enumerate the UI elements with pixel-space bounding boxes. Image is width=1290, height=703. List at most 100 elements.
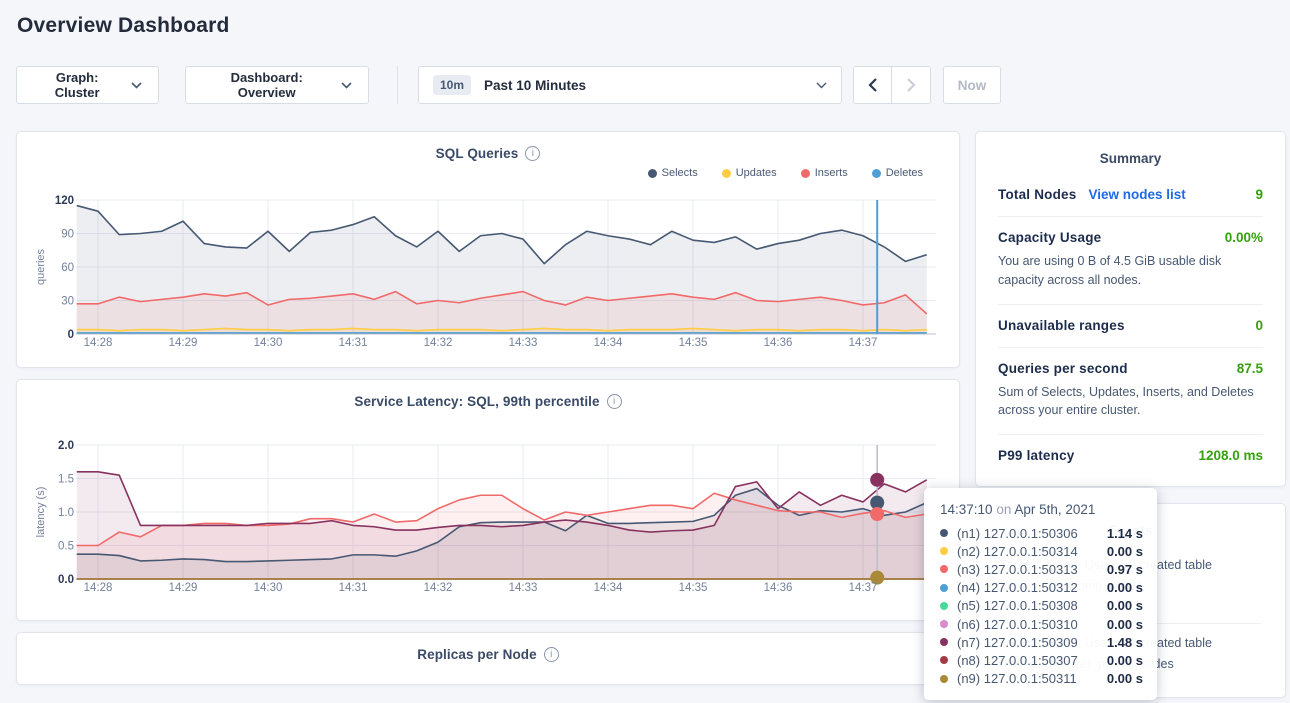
info-icon[interactable]: i bbox=[607, 394, 622, 409]
summary-panel-title: Summary bbox=[976, 132, 1285, 174]
svg-text:14:37: 14:37 bbox=[849, 582, 878, 594]
p99-latency-value: 1208.0 ms bbox=[1198, 448, 1263, 463]
summary-row-qps: Queries per second 87.5 Sum of Selects, … bbox=[998, 348, 1263, 436]
svg-text:14:29: 14:29 bbox=[169, 337, 198, 349]
page-title: Overview Dashboard bbox=[17, 14, 1290, 38]
qps-desc: Sum of Selects, Updates, Inserts, and De… bbox=[998, 383, 1263, 421]
legend-dot bbox=[872, 169, 881, 178]
node-color-dot bbox=[940, 656, 948, 664]
tooltip-time: 14:37:10 bbox=[940, 502, 993, 517]
node-color-dot bbox=[940, 529, 948, 537]
tooltip-row: (n1) 127.0.0.1:503061.14 s bbox=[940, 524, 1143, 542]
node-color-dot bbox=[940, 565, 948, 573]
legend-item-updates[interactable]: Updates bbox=[722, 167, 777, 179]
summary-body: Total Nodes View nodes list 9 Capacity U… bbox=[976, 174, 1285, 477]
service-latency-card: Service Latency: SQL, 99th percentile i … bbox=[16, 379, 960, 621]
tooltip-row: (n6) 127.0.0.1:503100.00 s bbox=[940, 615, 1143, 633]
legend-label: Updates bbox=[736, 167, 777, 179]
hover-point bbox=[870, 473, 884, 487]
time-prev-button[interactable] bbox=[854, 67, 892, 103]
node-address: (n2) 127.0.0.1:50314 bbox=[957, 544, 1107, 559]
svg-text:14:28: 14:28 bbox=[84, 337, 113, 349]
node-color-dot bbox=[940, 547, 948, 555]
replicas-per-node-card: Replicas per Node i bbox=[16, 632, 960, 685]
sql-queries-chart[interactable]: 030609012014:2814:2914:3014:3114:3214:33… bbox=[32, 182, 944, 354]
legend-item-selects[interactable]: Selects bbox=[648, 167, 698, 179]
svg-text:60: 60 bbox=[61, 262, 74, 274]
node-color-dot bbox=[940, 602, 948, 610]
total-nodes-label: Total Nodes bbox=[998, 187, 1076, 202]
node-address: (n4) 127.0.0.1:50312 bbox=[957, 580, 1107, 595]
svg-text:2.0: 2.0 bbox=[58, 440, 74, 452]
svg-text:14:35: 14:35 bbox=[679, 337, 708, 349]
node-address: (n7) 127.0.0.1:50309 bbox=[957, 635, 1107, 650]
chevron-down-icon bbox=[816, 82, 827, 89]
svg-text:14:29: 14:29 bbox=[169, 582, 198, 594]
svg-text:14:35: 14:35 bbox=[679, 582, 708, 594]
node-address: (n1) 127.0.0.1:50306 bbox=[957, 526, 1107, 541]
p99-latency-label: P99 latency bbox=[998, 448, 1075, 463]
time-range-picker[interactable]: 10m Past 10 Minutes bbox=[418, 66, 842, 104]
node-latency-value: 1.14 s bbox=[1107, 526, 1143, 541]
node-latency-value: 0.00 s bbox=[1107, 617, 1143, 632]
svg-text:14:28: 14:28 bbox=[84, 582, 113, 594]
legend-dot bbox=[648, 169, 657, 178]
node-address: (n3) 127.0.0.1:50313 bbox=[957, 562, 1107, 577]
time-next-button[interactable] bbox=[892, 67, 930, 103]
svg-text:14:30: 14:30 bbox=[254, 337, 283, 349]
replicas-card-head: Replicas per Node i bbox=[17, 645, 959, 663]
legend-item-inserts[interactable]: Inserts bbox=[801, 167, 848, 179]
svg-text:14:33: 14:33 bbox=[509, 337, 538, 349]
node-color-dot bbox=[940, 675, 948, 683]
node-latency-value: 1.48 s bbox=[1107, 635, 1143, 650]
replicas-per-node-title: Replicas per Node bbox=[417, 647, 537, 662]
node-latency-value: 0.00 s bbox=[1107, 598, 1143, 613]
svg-text:30: 30 bbox=[61, 296, 74, 308]
graph-scope-dropdown[interactable]: Graph: Cluster bbox=[16, 66, 159, 104]
legend-label: Deletes bbox=[886, 167, 923, 179]
svg-text:14:37: 14:37 bbox=[849, 337, 878, 349]
svg-text:14:30: 14:30 bbox=[254, 582, 283, 594]
node-address: (n5) 127.0.0.1:50308 bbox=[957, 598, 1107, 613]
svg-text:14:33: 14:33 bbox=[509, 582, 538, 594]
capacity-usage-label: Capacity Usage bbox=[998, 230, 1101, 245]
tooltip-row: (n8) 127.0.0.1:503070.00 s bbox=[940, 651, 1143, 669]
legend-dot bbox=[801, 169, 810, 178]
svg-text:120: 120 bbox=[55, 195, 74, 207]
sql-queries-card: SQL Queries i Selects Updates Inserts Delet… bbox=[16, 131, 960, 368]
sql-queries-card-head: SQL Queries i bbox=[17, 144, 959, 162]
svg-text:14:31: 14:31 bbox=[339, 337, 368, 349]
legend-item-deletes[interactable]: Deletes bbox=[872, 167, 923, 179]
dashboard-select-dropdown[interactable]: Dashboard: Overview bbox=[185, 66, 369, 104]
tooltip-on-word: on bbox=[996, 502, 1011, 517]
svg-text:14:34: 14:34 bbox=[594, 582, 623, 594]
node-latency-value: 0.00 s bbox=[1107, 653, 1143, 668]
service-latency-chart[interactable]: 0.00.51.01.52.014:2814:2914:3014:3114:32… bbox=[32, 416, 944, 602]
view-nodes-list-link[interactable]: View nodes list bbox=[1088, 187, 1185, 202]
tooltip-date: Apr 5th, 2021 bbox=[1014, 502, 1095, 517]
node-address: (n9) 127.0.0.1:50311 bbox=[957, 671, 1107, 686]
service-latency-card-head: Service Latency: SQL, 99th percentile i bbox=[17, 392, 959, 410]
svg-text:1.0: 1.0 bbox=[58, 507, 74, 519]
chart-hover-tooltip: 14:37:10 on Apr 5th, 2021 (n1) 127.0.0.1… bbox=[924, 488, 1157, 700]
charts-column: SQL Queries i Selects Updates Inserts Delet… bbox=[16, 131, 960, 685]
legend-label: Selects bbox=[662, 167, 698, 179]
summary-panel: Summary Total Nodes View nodes list 9 Ca… bbox=[975, 131, 1286, 487]
service-latency-title: Service Latency: SQL, 99th percentile bbox=[354, 394, 599, 409]
tooltip-row: (n7) 127.0.0.1:503091.48 s bbox=[940, 633, 1143, 651]
chevron-left-icon bbox=[868, 78, 878, 92]
time-range-badge: 10m bbox=[433, 75, 471, 95]
tooltip-rows: (n1) 127.0.0.1:503061.14 s(n2) 127.0.0.1… bbox=[940, 524, 1143, 688]
info-icon[interactable]: i bbox=[544, 647, 559, 662]
dashboard-select-label: Dashboard: Overview bbox=[202, 70, 331, 100]
controls-divider bbox=[397, 66, 398, 104]
info-icon[interactable]: i bbox=[525, 146, 540, 161]
svg-text:latency (s): latency (s) bbox=[35, 487, 47, 538]
unavailable-ranges-value: 0 bbox=[1255, 318, 1263, 333]
svg-text:0.5: 0.5 bbox=[58, 541, 74, 553]
now-button[interactable]: Now bbox=[943, 66, 1001, 104]
svg-text:14:32: 14:32 bbox=[424, 582, 453, 594]
node-latency-value: 0.97 s bbox=[1107, 562, 1143, 577]
summary-row-total-nodes: Total Nodes View nodes list 9 bbox=[998, 174, 1263, 217]
node-color-dot bbox=[940, 584, 948, 592]
